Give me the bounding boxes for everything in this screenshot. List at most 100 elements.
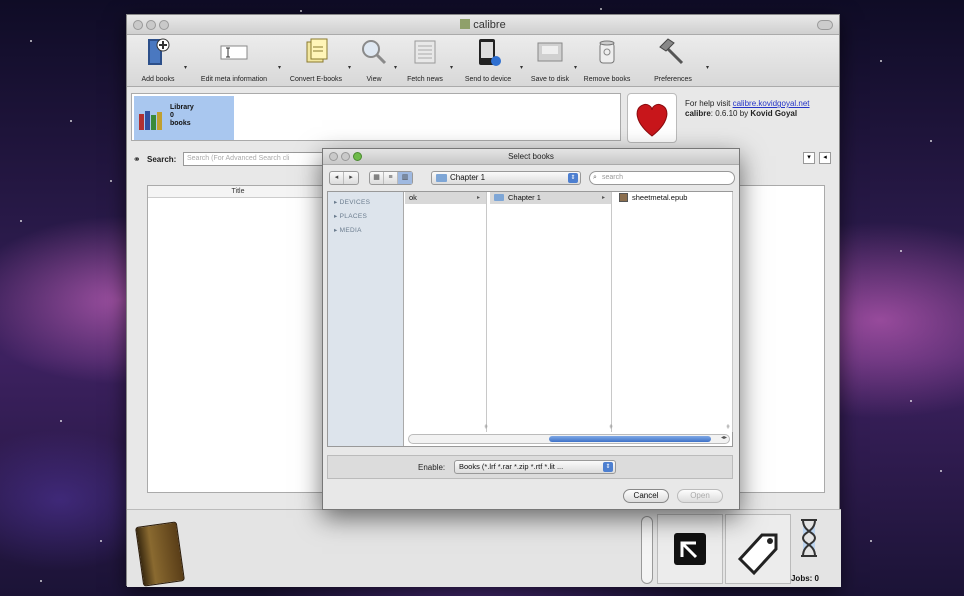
star — [940, 470, 942, 472]
horizontal-scrollbar[interactable]: ◂▸ — [408, 434, 730, 444]
close-button[interactable] — [133, 20, 143, 30]
library-item[interactable]: Library 0 books — [134, 96, 234, 140]
back-forward-control: ◂ ▸ — [329, 171, 359, 185]
send-to-device-button[interactable]: Send to device ▾ — [453, 34, 523, 86]
column-resize-handle[interactable]: ⋕ — [484, 424, 488, 430]
forward-icon[interactable]: ▸ — [344, 172, 358, 184]
back-icon[interactable]: ◂ — [330, 172, 344, 184]
star — [70, 120, 72, 122]
sidebar-media[interactable]: ▸ MEDIA — [328, 220, 403, 234]
list-item-label: sheetmetal.epub — [632, 193, 688, 202]
convert-icon — [306, 38, 328, 63]
dialog-search-placeholder: search — [602, 174, 624, 181]
minimize-button[interactable] — [146, 20, 156, 30]
sidebar-devices[interactable]: ▸ DEVICES — [328, 192, 403, 206]
search-input[interactable]: Search (For Advanced Search cli — [183, 152, 333, 166]
list-item[interactable]: Chapter 1 ▸ — [490, 192, 611, 204]
cancel-button[interactable]: Cancel — [623, 489, 669, 503]
sidebar-places[interactable]: ▸ PLACES — [328, 206, 403, 220]
save-to-disk-label: Save to disk — [530, 76, 570, 83]
column-resize-handle[interactable]: ⋕ — [609, 424, 613, 430]
dialog-close-button[interactable] — [329, 152, 338, 161]
dialog-window-controls — [329, 152, 362, 161]
dialog-search-input[interactable]: ⌕ search — [589, 171, 735, 185]
browser-column-1: ok ▸ — [405, 192, 487, 432]
edit-meta-icon — [220, 45, 248, 60]
open-window-button[interactable] — [657, 514, 723, 584]
help-link[interactable]: calibre.kovidgoyal.net — [733, 99, 810, 108]
epub-file-icon — [619, 193, 628, 202]
list-item[interactable]: ok ▸ — [405, 192, 486, 204]
list-item-label: ok — [409, 193, 417, 202]
tag-browser-button[interactable] — [725, 514, 791, 584]
column-resize-handle[interactable]: ⋕ — [726, 424, 730, 430]
edit-meta-button[interactable]: Edit meta information ▾ — [187, 34, 281, 86]
save-to-disk-button[interactable]: Save to disk ▾ — [523, 34, 577, 86]
toolbar-toggle-button[interactable] — [817, 20, 833, 30]
preferences-dropdown-icon[interactable]: ▾ — [706, 64, 709, 71]
device-icon — [479, 39, 501, 66]
dialog-zoom-button[interactable] — [353, 152, 362, 161]
convert-ebooks-label: Convert E-books — [289, 76, 343, 83]
convert-ebooks-button[interactable]: Convert E-books ▾ — [281, 34, 351, 86]
view-button[interactable]: View ▾ — [351, 34, 397, 86]
remove-books-label: Remove books — [583, 76, 631, 83]
jobs-status[interactable]: Jobs: 0 — [791, 574, 819, 583]
scrollbar-thumb[interactable] — [549, 436, 711, 442]
scroll-arrows-icon[interactable]: ◂▸ — [721, 434, 727, 441]
dialog-titlebar: Select books — [323, 149, 739, 165]
preferences-button[interactable]: Preferences ▾ — [637, 34, 709, 86]
donate-button[interactable] — [627, 93, 677, 143]
remove-books-button[interactable]: Remove books — [577, 34, 637, 86]
folder-icon — [494, 194, 504, 201]
help-author: Kovid Goyal — [750, 109, 798, 118]
saved-search-dropdown-icon[interactable]: ▾ — [803, 152, 815, 164]
star — [20, 220, 22, 222]
cover-scrollbar[interactable] — [641, 516, 653, 584]
library-panel: Library 0 books — [131, 93, 621, 141]
help-prefix: For help visit — [685, 99, 733, 108]
binoculars-icon[interactable]: ⚭ — [133, 154, 141, 165]
library-books-icon — [139, 111, 162, 130]
star — [900, 250, 902, 252]
star — [30, 40, 32, 42]
magnifier-icon — [362, 40, 387, 65]
zoom-button[interactable] — [159, 20, 169, 30]
hammer-icon — [659, 38, 684, 65]
column-header-title[interactable]: Title — [148, 186, 328, 198]
enable-label: Enable: — [418, 463, 446, 472]
star — [110, 180, 112, 182]
tag-icon — [737, 533, 778, 576]
icon-view-icon[interactable]: ▦ — [370, 172, 384, 184]
open-button[interactable]: Open — [677, 489, 723, 503]
fetch-news-label: Fetch news — [407, 76, 443, 83]
hourglass-icon — [801, 519, 817, 557]
add-books-icon — [148, 38, 170, 65]
bottom-bar: Jobs: 0 — [127, 509, 841, 587]
list-item[interactable]: sheetmetal.epub — [615, 192, 732, 204]
dialog-toolbar: ◂ ▸ ▦ ≡ ▥ Chapter 1 ⇕ ⌕ search — [329, 169, 735, 187]
file-type-value: Books (*.lrf *.rar *.zip *.rtf *.lit ... — [459, 462, 564, 471]
select-books-dialog: Select books ◂ ▸ ▦ ≡ ▥ Chapter 1 ⇕ ⌕ sea… — [322, 148, 740, 510]
column-view-icon[interactable]: ▥ — [398, 172, 412, 184]
library-text: Library 0 books — [170, 104, 194, 128]
dialog-minimize-button[interactable] — [341, 152, 350, 161]
search-label: Search: — [147, 155, 177, 164]
location-stepper-icon: ⇕ — [568, 173, 578, 183]
star — [60, 420, 62, 422]
disk-icon — [537, 42, 563, 62]
star — [300, 10, 302, 12]
add-books-label: Add books — [141, 76, 175, 83]
enable-bar: Enable: Books (*.lrf *.rar *.zip *.rtf *… — [327, 455, 733, 479]
window-titlebar: calibre — [127, 15, 839, 35]
calibre-app-icon — [460, 19, 471, 29]
browser-column-3: sheetmetal.epub — [615, 192, 733, 432]
fetch-news-button[interactable]: Fetch news ▾ — [397, 34, 453, 86]
clear-search-icon[interactable]: ◂ — [819, 152, 831, 164]
list-view-icon[interactable]: ≡ — [384, 172, 398, 184]
file-type-select[interactable]: Books (*.lrf *.rar *.zip *.rtf *.lit ...… — [454, 460, 616, 474]
add-books-button[interactable]: Add books ▾ — [129, 34, 187, 86]
main-toolbar: Add books ▾ Edit meta information ▾ Conv… — [127, 35, 839, 87]
location-popup[interactable]: Chapter 1 ⇕ — [431, 171, 581, 185]
view-label: View — [366, 76, 382, 83]
